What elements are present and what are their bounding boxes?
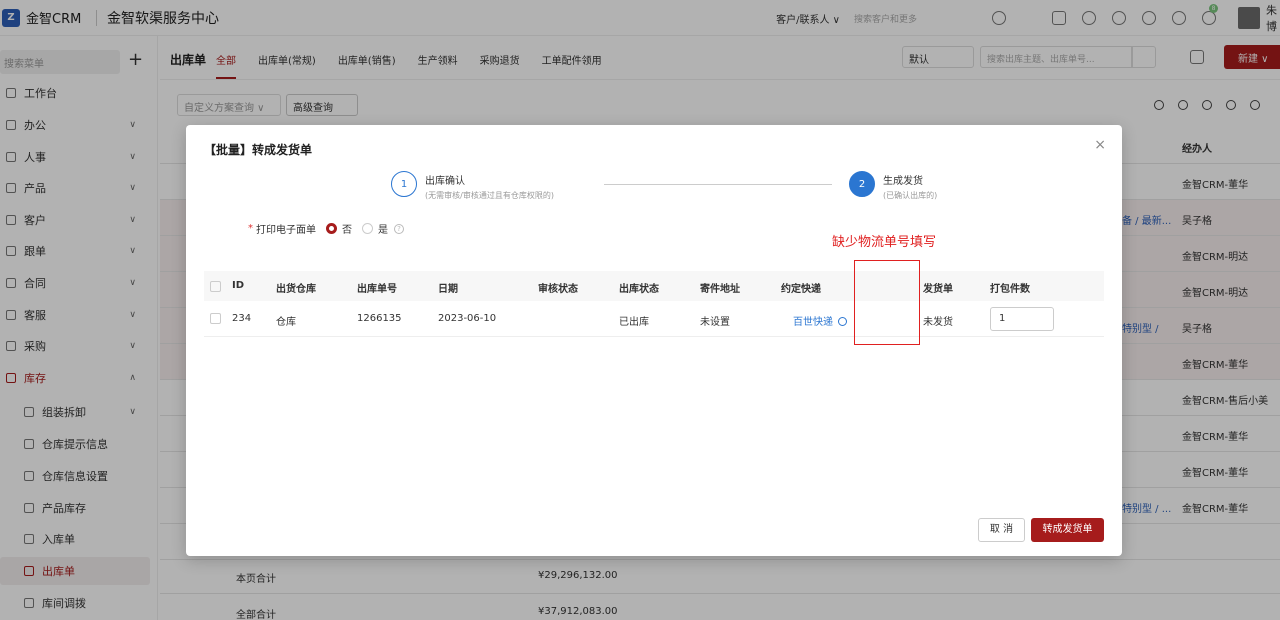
table-header: ID 出货仓库 出库单号 日期 审核状态 出库状态 寄件地址 约定快递 发货单 … (204, 271, 1104, 301)
annotation-box (854, 260, 920, 345)
step-generate-shipping: 2 生成发货 (已确认出库的) (849, 171, 937, 201)
courier-link[interactable]: 百世快递 (793, 313, 847, 328)
annotation-text: 缺少物流单号填写 (832, 235, 937, 250)
help-icon[interactable]: ? (394, 223, 404, 234)
package-count-input[interactable]: 1 (990, 307, 1054, 331)
table-row[interactable]: 234 仓库 1266135 2023-06-10 已出库 未设置 百世快递 未… (204, 301, 1104, 337)
radio-no[interactable] (326, 223, 337, 234)
step-name: 出库确认 (425, 176, 465, 187)
convert-shipping-dialog: 【批量】转成发货单 × 1 出库确认 (无需审核/审核通过且有仓库权限的) 2 … (186, 125, 1122, 556)
print-waybill-row: * 打印电子面单 否 是 ? (248, 221, 404, 236)
print-waybill-label: 打印电子面单 (256, 225, 316, 236)
close-icon[interactable]: × (1094, 137, 1106, 153)
search-courier-icon[interactable] (838, 317, 847, 326)
radio-yes-label[interactable]: 是 (378, 221, 388, 236)
dialog-title: 【批量】转成发货单 (204, 143, 313, 157)
step-desc: (已确认出库的) (883, 191, 938, 200)
cancel-button[interactable]: 取 消 (978, 518, 1025, 542)
step-desc: (无需审核/审核通过且有仓库权限的) (425, 191, 554, 200)
convert-shipping-button[interactable]: 转成发货单 (1031, 518, 1104, 542)
step-connector (604, 184, 832, 185)
select-all-checkbox[interactable] (210, 281, 221, 292)
step-number: 1 (391, 171, 417, 197)
required-mark: * (248, 223, 253, 234)
radio-yes[interactable] (362, 223, 373, 234)
row-checkbox[interactable] (210, 313, 221, 324)
step-number: 2 (849, 171, 875, 197)
radio-no-label[interactable]: 否 (342, 221, 352, 236)
step-confirm-outbound: 1 出库确认 (无需审核/审核通过且有仓库权限的) (391, 171, 554, 201)
step-name: 生成发货 (883, 176, 923, 187)
